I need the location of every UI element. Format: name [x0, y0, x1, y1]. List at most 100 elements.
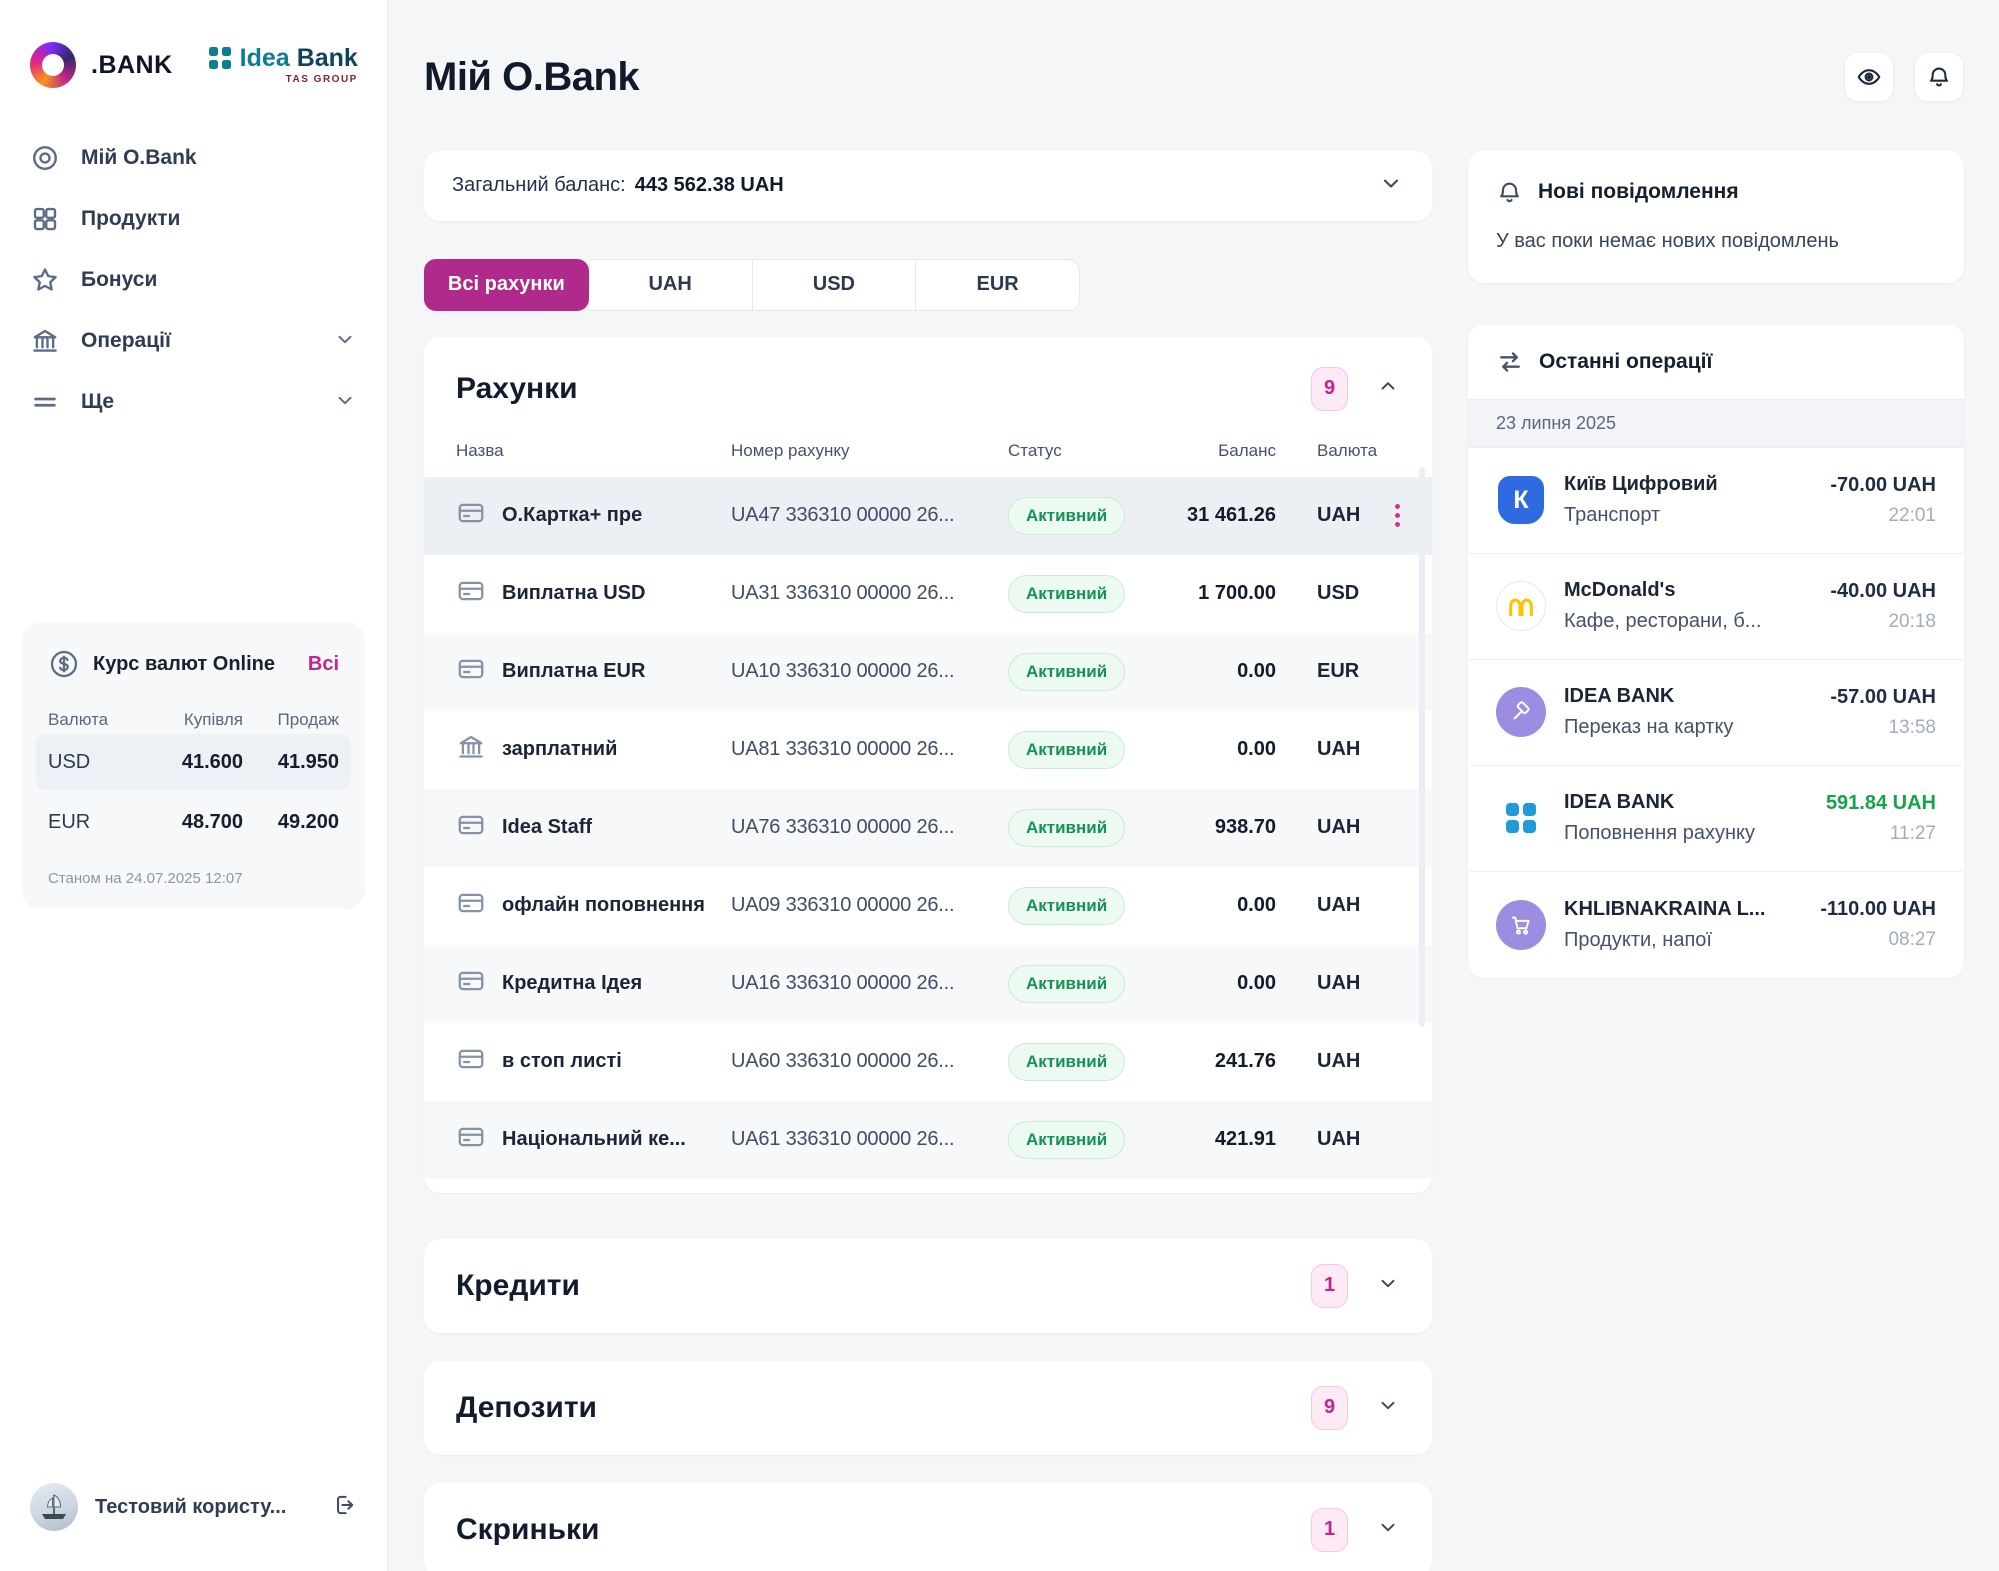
chevron-down-icon[interactable] — [1376, 1515, 1400, 1544]
buy-rate: 48.700 — [147, 811, 243, 834]
total-balance-label: Загальний баланс: — [452, 174, 626, 197]
transaction-time: 11:27 — [1890, 823, 1936, 845]
table-row[interactable]: Idea Staff UA76 336310 00000 26... Актив… — [424, 789, 1432, 867]
sidebar-item-products[interactable]: Продукти — [30, 195, 357, 243]
col-buy: Купівля — [147, 710, 243, 730]
bank-icon — [456, 732, 502, 767]
list-item[interactable]: KHLIBNAKRAINA L... Продукти, напої -110.… — [1468, 872, 1964, 978]
card-icon — [456, 810, 502, 845]
deposits-section[interactable]: Депозити 9 — [424, 1361, 1432, 1455]
sell-rate: 41.950 — [243, 751, 339, 774]
ship-avatar-image — [37, 1490, 71, 1524]
total-balance-amount: 443 562.38 UAH — [635, 174, 784, 197]
chevron-down-icon[interactable] — [1376, 1393, 1400, 1422]
sell-rate: 49.200 — [243, 811, 339, 834]
currency-rates-widget: Курс валют Online Всі Валюта Купівля Про… — [22, 622, 365, 909]
transaction-time: 20:18 — [1888, 611, 1936, 633]
currency-table-header: Валюта Купівля Продаж — [48, 710, 339, 730]
list-item[interactable]: McDonald's Кафе, ресторани, б... -40.00 … — [1468, 554, 1964, 660]
currency-code: USD — [48, 751, 147, 774]
list-item[interactable]: К Київ Цифровий Транспорт -70.00 UAH 22:… — [1468, 448, 1964, 554]
sidebar: .BANK IdeaBank TAS GROUP Мій O.Ban — [0, 0, 388, 1571]
logout-icon[interactable] — [331, 1492, 357, 1523]
chevron-down-icon[interactable] — [1378, 170, 1404, 201]
col-name: Назва — [456, 441, 731, 461]
chevron-down-icon[interactable] — [1376, 1271, 1400, 1300]
currency-row-eur[interactable]: EUR 48.700 49.200 — [36, 794, 351, 850]
more-lines-icon — [30, 387, 60, 417]
col-balance: Баланс — [1186, 441, 1276, 461]
table-scrollbar[interactable] — [1419, 467, 1425, 1027]
page-title: Мій O.Bank — [424, 55, 639, 100]
dollar-circle-icon — [48, 648, 80, 680]
accounts-table-header: Назва Номер рахунку Статус Баланс Валюта — [424, 441, 1432, 477]
status-badge: Активний — [1008, 575, 1125, 613]
credits-section[interactable]: Кредити 1 — [424, 1239, 1432, 1333]
user-name: Тестовий користу... — [95, 1496, 314, 1519]
moneyboxes-section[interactable]: Скриньки 1 — [424, 1483, 1432, 1571]
grid-icon — [30, 204, 60, 234]
obank-logo-icon — [30, 42, 76, 88]
shopping-cart-icon — [1496, 900, 1546, 950]
table-row[interactable]: Кредитна Ідея UA16 336310 00000 26... Ак… — [424, 945, 1432, 1023]
left-column: Загальний баланс: 443 562.38 UAH Всі рах… — [424, 151, 1432, 1571]
table-row[interactable]: зарплатний UA81 336310 00000 26... Актив… — [424, 711, 1432, 789]
status-badge: Активний — [1008, 1121, 1125, 1159]
avatar[interactable] — [30, 1483, 78, 1531]
topbar: Мій O.Bank — [424, 28, 1964, 127]
status-badge: Активний — [1008, 497, 1125, 535]
sidebar-item-label: Операції — [81, 329, 171, 353]
sidebar-item-bonuses[interactable]: Бонуси — [30, 256, 357, 304]
mcdonalds-icon — [1496, 581, 1546, 631]
ideabank-dots-icon — [1496, 793, 1546, 843]
col-sell: Продаж — [243, 710, 339, 730]
transfer-arrows-icon — [1496, 348, 1524, 376]
table-row[interactable]: офлайн поповнення UA09 336310 00000 26..… — [424, 867, 1432, 945]
table-row[interactable]: Виплатна USD UA31 336310 00000 26... Акт… — [424, 555, 1432, 633]
section-count-badge: 9 — [1311, 1386, 1348, 1430]
eye-icon — [1856, 64, 1882, 90]
currency-row-usd[interactable]: USD 41.600 41.950 — [36, 734, 351, 790]
content-grid: Загальний баланс: 443 562.38 UAH Всі рах… — [424, 151, 1964, 1571]
chevron-down-icon — [333, 388, 357, 417]
section-title: Депозити — [456, 1391, 1311, 1425]
card-icon — [456, 1122, 502, 1157]
ideabank-logo-idea: Idea — [240, 46, 290, 71]
tab-uah[interactable]: UAH — [589, 259, 753, 311]
row-menu-icon[interactable] — [1395, 504, 1400, 527]
right-column: Нові повідомлення У вас поки немає нових… — [1468, 151, 1964, 978]
bell-icon — [1926, 64, 1952, 90]
table-row[interactable]: О.Картка+ пре UA47 336310 00000 26... Ак… — [424, 477, 1432, 555]
sidebar-item-operations[interactable]: Операції — [30, 317, 357, 365]
list-item[interactable]: IDEA BANK Переказ на картку -57.00 UAH 1… — [1468, 660, 1964, 766]
buy-rate: 41.600 — [147, 751, 243, 774]
transfer-gavel-icon — [1496, 687, 1546, 737]
table-row[interactable]: Національний ке... UA61 336310 00000 26.… — [424, 1101, 1432, 1179]
table-row[interactable]: в стоп листі UA60 336310 00000 26... Акт… — [424, 1023, 1432, 1101]
tab-eur[interactable]: EUR — [916, 259, 1080, 311]
sidebar-item-more[interactable]: Ще — [30, 378, 357, 426]
currency-code: EUR — [48, 811, 147, 834]
notifications-button[interactable] — [1914, 52, 1964, 102]
notifications-empty-message: У вас поки немає нових повідомлень — [1496, 230, 1936, 253]
card-icon — [456, 498, 502, 533]
list-item[interactable]: IDEA BANK Поповнення рахунку 591.84 UAH … — [1468, 766, 1964, 872]
tab-usd[interactable]: USD — [753, 259, 917, 311]
table-row[interactable]: Виплатна EUR UA10 336310 00000 26... Акт… — [424, 633, 1432, 711]
ideabank-logo-bank: Bank — [297, 46, 358, 71]
total-balance-bar[interactable]: Загальний баланс: 443 562.38 UAH — [424, 151, 1432, 221]
sidebar-menu: Мій O.Bank Продукти Бонуси Операції Ще — [0, 134, 387, 426]
hide-balances-button[interactable] — [1844, 52, 1894, 102]
star-icon — [30, 265, 60, 295]
chevron-up-icon[interactable] — [1376, 374, 1400, 403]
currency-all-link[interactable]: Всі — [308, 653, 339, 676]
transaction-amount: -110.00 UAH — [1820, 898, 1936, 921]
app-window: .BANK IdeaBank TAS GROUP Мій O.Ban — [0, 0, 1999, 1571]
user-row: Тестовий користу... — [0, 1483, 387, 1531]
ideabank-dots-icon — [207, 45, 233, 71]
status-badge: Активний — [1008, 809, 1125, 847]
sidebar-item-my-obank[interactable]: Мій O.Bank — [30, 134, 357, 182]
tab-all-accounts[interactable]: Всі рахунки — [424, 259, 589, 311]
transaction-time: 22:01 — [1888, 505, 1936, 527]
brand-logo: .BANK IdeaBank TAS GROUP — [0, 42, 387, 88]
